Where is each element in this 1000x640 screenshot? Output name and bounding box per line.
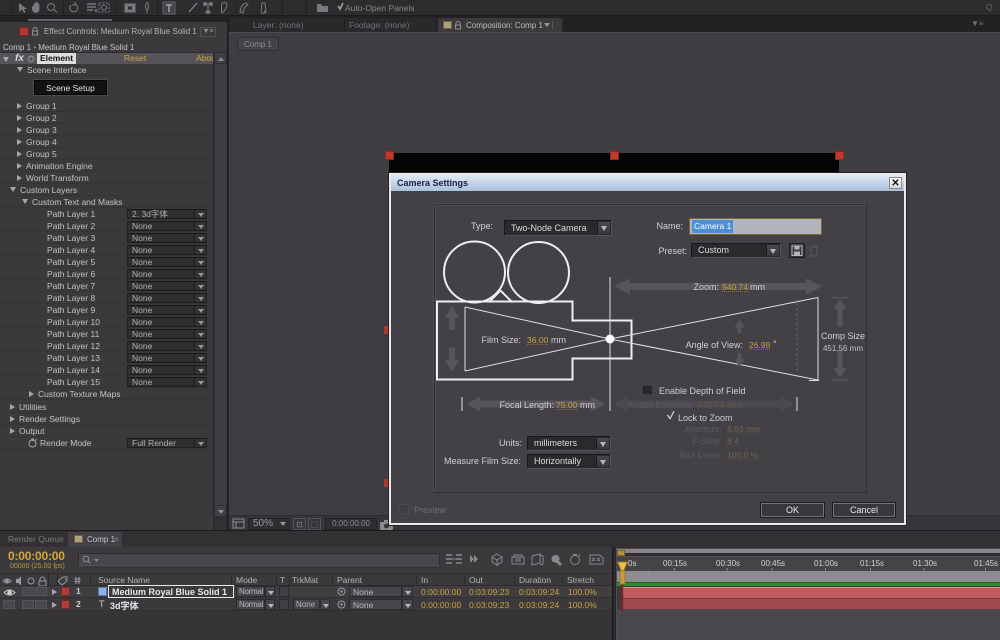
- svg-text:mm: mm: [580, 400, 595, 410]
- svg-text:Blur Level:: Blur Level:: [679, 450, 722, 460]
- svg-text:Angle of View:: Angle of View:: [686, 340, 743, 350]
- svg-text:451.56 mm: 451.56 mm: [823, 344, 863, 353]
- svg-text:Auto-Open Panels: Auto-Open Panels: [345, 3, 414, 13]
- svg-text:Focal Length:: Focal Length:: [499, 400, 554, 410]
- svg-text:36.00: 36.00: [527, 335, 549, 345]
- svg-text:26.99: 26.99: [749, 340, 771, 350]
- svg-text:Focus Distance:: Focus Distance:: [628, 400, 693, 410]
- svg-text:°: °: [773, 339, 777, 349]
- svg-text:75.00: 75.00: [556, 400, 578, 410]
- svg-text:Enable Depth of Field: Enable Depth of Field: [659, 386, 746, 396]
- svg-text:8.4: 8.4: [727, 436, 739, 446]
- svg-text:940.74: 940.74: [722, 282, 748, 292]
- svg-text:940.74 mm: 940.74 mm: [697, 400, 742, 410]
- svg-text:Lock to Zoom: Lock to Zoom: [678, 413, 733, 423]
- svg-text:Q: Q: [986, 3, 992, 12]
- svg-text:F-Stop:: F-Stop:: [692, 436, 722, 446]
- svg-text:Film Size:: Film Size:: [481, 335, 521, 345]
- svg-text:mm: mm: [551, 335, 566, 345]
- svg-text:100.0 %: 100.0 %: [727, 450, 759, 460]
- svg-text:Comp Size: Comp Size: [821, 331, 865, 341]
- svg-text:Aperture:: Aperture:: [685, 424, 722, 434]
- svg-text:Zoom:: Zoom:: [693, 282, 719, 292]
- svg-text:mm: mm: [750, 282, 765, 292]
- svg-text:8.93 mm: 8.93 mm: [727, 424, 760, 434]
